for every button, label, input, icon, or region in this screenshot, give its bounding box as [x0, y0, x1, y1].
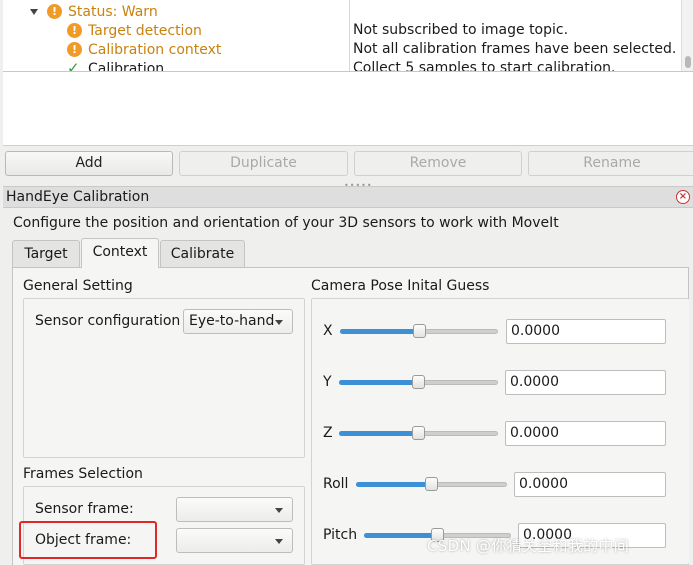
tree-row-calibration[interactable]: ✓ Calibration: [67, 59, 164, 72]
general-setting-title: General Setting: [23, 278, 133, 294]
button-bar: Add Duplicate Remove Rename: [0, 148, 693, 180]
pose-y-input[interactable]: 0.0000: [505, 370, 666, 395]
chevron-down-icon: [275, 320, 283, 325]
pose-x-slider[interactable]: [340, 323, 498, 339]
watermark-text: CSDN @你猜关空和我的中间: [427, 537, 630, 555]
tree-scrollbar[interactable]: [681, 0, 693, 71]
tree-item-label: Target detection: [88, 22, 202, 39]
slider-fill: [340, 329, 419, 334]
tree-item-message: Not all calibration frames have been sel…: [353, 41, 677, 57]
sensor-frame-select[interactable]: [176, 497, 293, 522]
panel-description: Configure the position and orientation o…: [13, 215, 559, 231]
frames-selection-title: Frames Selection: [23, 466, 143, 482]
chevron-down-icon: [275, 539, 283, 544]
pose-z-label: Z: [323, 425, 333, 441]
warning-icon: !: [67, 23, 82, 38]
duplicate-button[interactable]: Duplicate: [179, 151, 348, 176]
scrollbar-thumb[interactable]: [685, 56, 691, 68]
panel-title-bar: HandEye Calibration ×: [3, 186, 693, 208]
rename-button[interactable]: Rename: [528, 151, 693, 176]
status-tree[interactable]: ! Status: Warn ! Target detection Not su…: [3, 0, 693, 72]
slider-fill: [356, 482, 431, 487]
annotation-highlight-box: [19, 521, 157, 559]
camera-pose-title: Camera Pose Inital Guess: [311, 278, 490, 294]
sensor-configuration-value: Eye-to-hand: [189, 313, 275, 329]
sensor-configuration-select[interactable]: Eye-to-hand: [183, 309, 293, 334]
object-frame-select[interactable]: [176, 528, 293, 553]
expand-arrow-icon[interactable]: [30, 8, 38, 15]
pose-y-slider[interactable]: [339, 374, 498, 390]
pose-x-input[interactable]: 0.0000: [506, 319, 666, 344]
slider-fill: [339, 431, 418, 436]
empty-list-area: [3, 72, 693, 146]
slider-handle[interactable]: [412, 375, 425, 389]
slider-handle[interactable]: [413, 324, 426, 338]
slider-handle[interactable]: [412, 426, 425, 440]
panel-title: HandEye Calibration: [6, 189, 150, 205]
sensor-frame-label: Sensor frame:: [35, 501, 134, 517]
pose-roll-label: Roll: [323, 476, 349, 492]
tree-item-message: Collect 5 samples to start calibration.: [353, 60, 616, 72]
sensor-configuration-label: Sensor configuration: [35, 313, 181, 329]
tree-item-message: Not subscribed to image topic.: [353, 22, 569, 38]
slider-fill: [339, 380, 418, 385]
tree-row-target-detection[interactable]: ! Target detection: [67, 21, 202, 40]
checkmark-icon: ✓: [67, 59, 80, 72]
tree-row-status-warn[interactable]: ! Status: Warn: [30, 2, 158, 21]
pose-roll-slider[interactable]: [356, 476, 507, 492]
close-icon[interactable]: ×: [676, 190, 690, 204]
tree-row-calibration-context[interactable]: ! Calibration context: [67, 40, 221, 59]
pose-z-slider[interactable]: [339, 425, 498, 441]
add-button[interactable]: Add: [5, 151, 173, 176]
tree-item-label: Calibration context: [88, 41, 222, 58]
warning-icon: !: [47, 4, 62, 19]
pose-pitch-label: Pitch: [323, 527, 358, 543]
status-label: Status: Warn: [68, 3, 158, 20]
chevron-down-icon: [275, 508, 283, 513]
tree-item-label: Calibration: [88, 60, 165, 72]
pose-y-label: Y: [323, 374, 332, 390]
tab-calibrate[interactable]: Calibrate: [160, 240, 245, 267]
pose-z-input[interactable]: 0.0000: [505, 421, 666, 446]
tab-target[interactable]: Target: [12, 240, 80, 267]
warning-icon: !: [67, 42, 82, 57]
remove-button[interactable]: Remove: [354, 151, 522, 176]
slider-handle[interactable]: [425, 477, 438, 491]
tab-context[interactable]: Context: [81, 238, 159, 268]
pose-roll-input[interactable]: 0.0000: [514, 472, 666, 497]
pose-x-label: X: [323, 323, 333, 339]
